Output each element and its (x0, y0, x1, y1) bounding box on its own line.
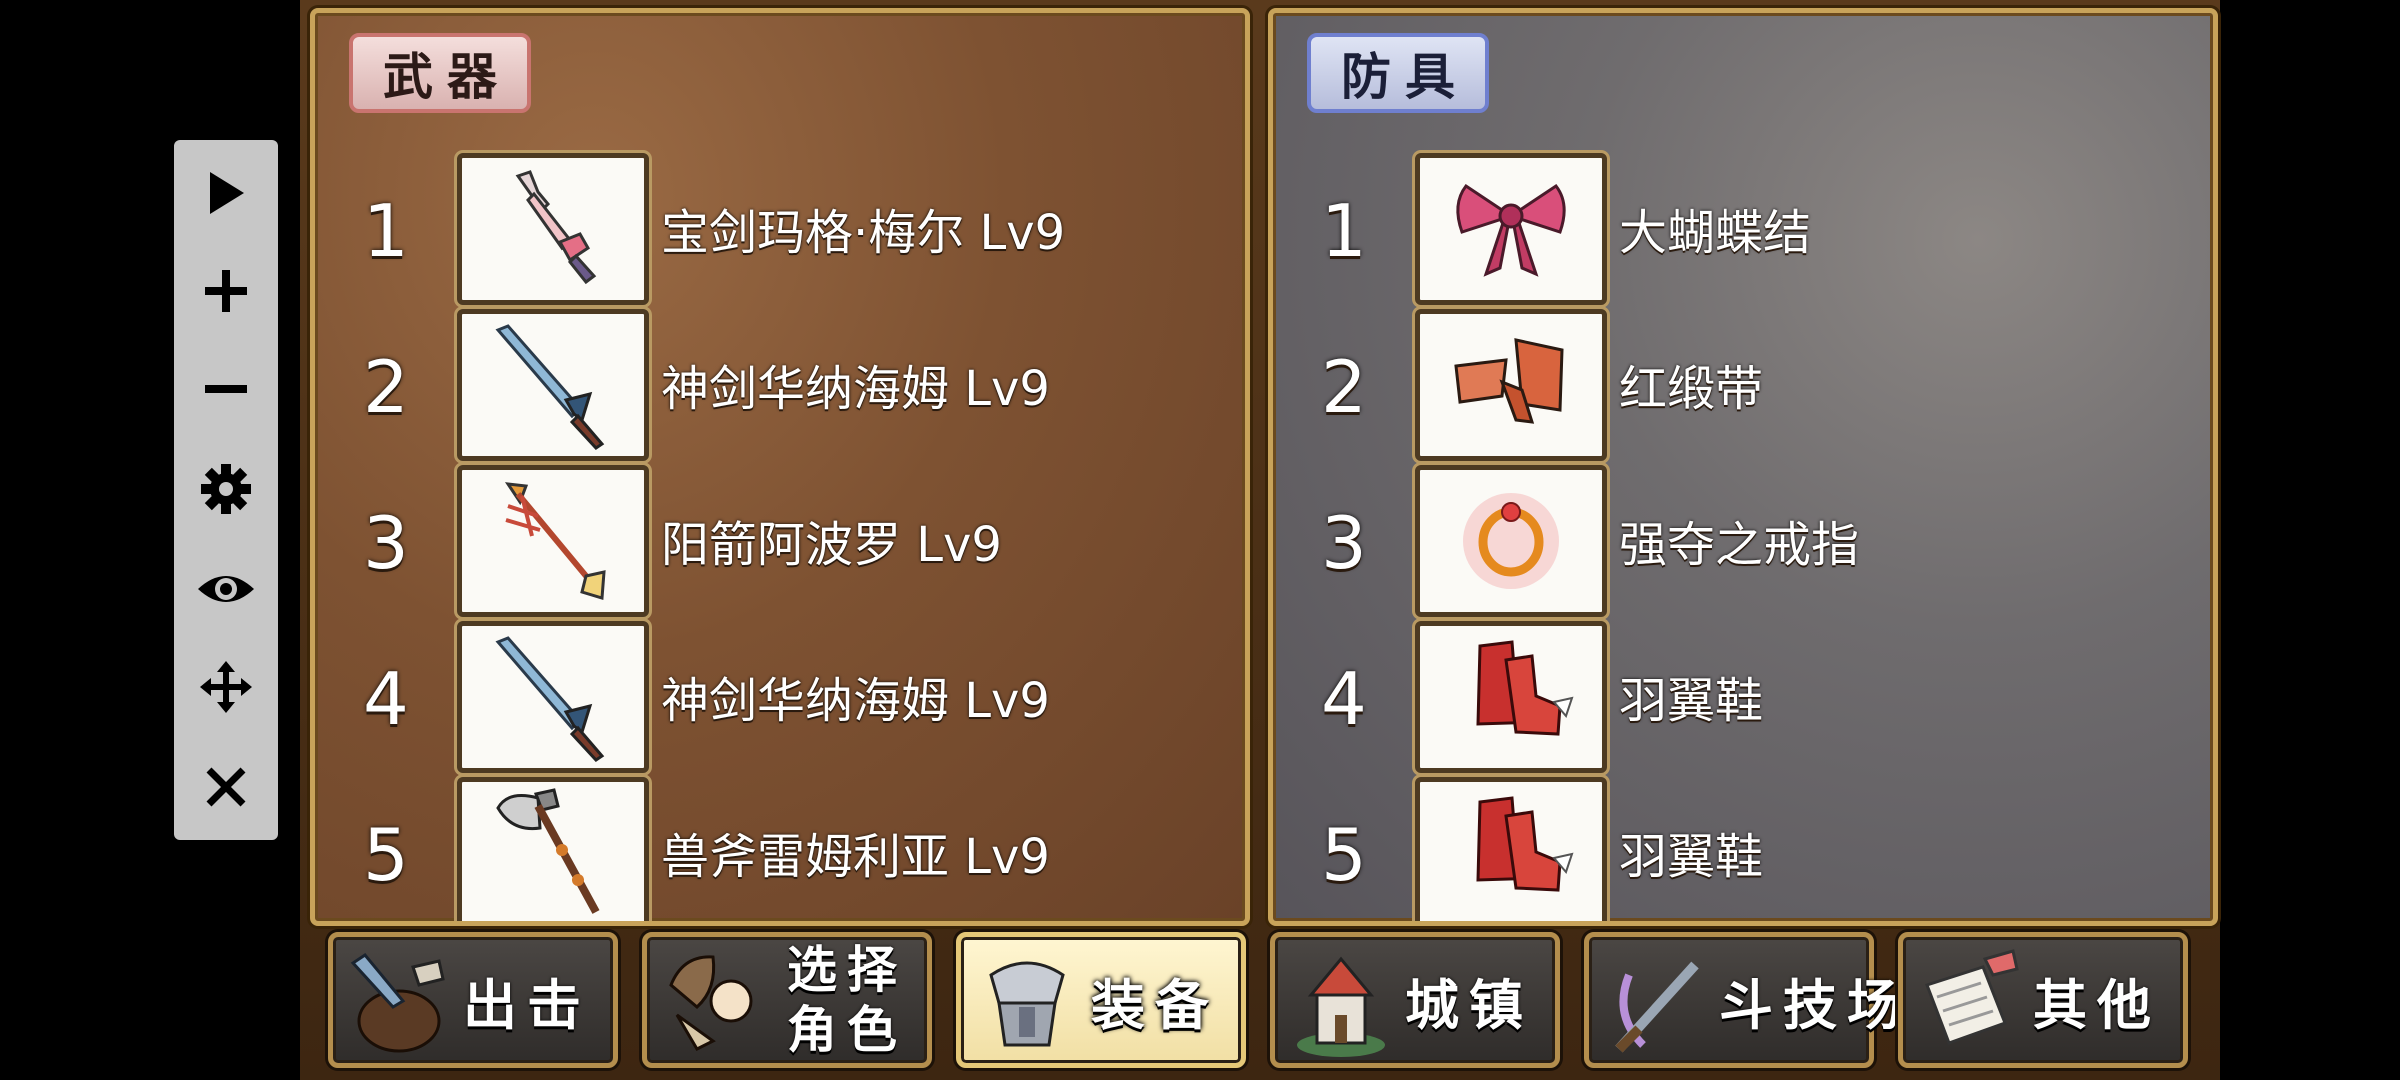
select-character-button[interactable]: 选择 角色 (642, 932, 932, 1068)
slot-number: 1 (1321, 189, 1367, 273)
move-button[interactable] (174, 642, 278, 732)
eye-icon (198, 576, 254, 602)
slot-number: 3 (1321, 501, 1367, 585)
item-slot[interactable] (457, 621, 649, 773)
armor-row-1[interactable]: 1 大蝴蝶结 (1313, 153, 2173, 305)
red-ribbon-icon (1454, 338, 1564, 424)
item-slot[interactable] (1415, 465, 1607, 617)
zoom-out-button[interactable] (174, 344, 278, 434)
floating-toolbar (174, 140, 278, 840)
weapons-tab[interactable]: 武器 (349, 33, 531, 113)
item-name: 神剑华纳海姆 Lv9 (661, 361, 1050, 417)
scroll-icon (1925, 949, 2019, 1045)
slot-number: 1 (363, 189, 409, 273)
sortie-icon (350, 953, 445, 1053)
weapon-row-2[interactable]: 2 神剑华纳海姆 Lv9 (355, 309, 1215, 461)
arrow-icon (504, 482, 606, 600)
slot-number: 2 (363, 345, 409, 429)
slot-number: 2 (1321, 345, 1367, 429)
plus-icon (205, 270, 247, 312)
item-name: 兽斧雷姆利亚 Lv9 (661, 829, 1050, 885)
slot-number: 4 (1321, 657, 1367, 741)
arena-icon (1615, 961, 1699, 1053)
bow-ribbon-icon (1456, 183, 1566, 277)
item-name: 羽翼鞋 (1619, 829, 1764, 885)
item-name: 大蝴蝶结 (1619, 205, 1812, 261)
arena-button[interactable]: 斗技场 (1584, 932, 1901, 1068)
game-screen: 武器 1 宝剑玛格·梅尔 Lv9 2 神剑华纳海姆 Lv9 3 阳箭阿波罗 Lv… (300, 0, 2220, 1080)
item-slot[interactable] (457, 153, 649, 305)
nav-label: 出击 (463, 973, 591, 1037)
item-name: 强夺之戒指 (1619, 517, 1860, 573)
axe-icon (496, 788, 600, 914)
slot-number: 5 (1321, 813, 1367, 897)
item-slot[interactable] (1415, 153, 1607, 305)
weapon-row-3[interactable]: 3 阳箭阿波罗 Lv9 (355, 465, 1215, 617)
other-button[interactable]: 其他 (1898, 932, 2188, 1068)
item-slot[interactable] (1415, 777, 1607, 921)
nav-label-line-1: 选择 (787, 941, 907, 999)
armor-row-5[interactable]: 5 羽翼鞋 (1313, 777, 2173, 921)
close-icon (206, 767, 246, 807)
nav-label: 城镇 (1405, 973, 1533, 1037)
equipment-button[interactable]: 装备 (956, 932, 1246, 1068)
weapon-row-1[interactable]: 1 宝剑玛格·梅尔 Lv9 (355, 153, 1215, 305)
close-button[interactable] (174, 742, 278, 832)
zoom-in-button[interactable] (174, 246, 278, 336)
nav-label: 选择 角色 (787, 937, 907, 1063)
slot-number: 3 (363, 501, 409, 585)
move-icon (200, 661, 252, 713)
winged-boots-icon (1476, 796, 1574, 892)
item-name: 羽翼鞋 (1619, 673, 1764, 729)
town-button[interactable]: 城镇 (1270, 932, 1560, 1068)
ring-icon (1463, 493, 1559, 589)
weapons-panel: 武器 1 宝剑玛格·梅尔 Lv9 2 神剑华纳海姆 Lv9 3 阳箭阿波罗 Lv… (310, 8, 1250, 926)
item-slot[interactable] (1415, 309, 1607, 461)
item-name: 神剑华纳海姆 Lv9 (661, 673, 1050, 729)
armor-row-3[interactable]: 3 强夺之戒指 (1313, 465, 2173, 617)
blue-sword-icon (495, 636, 605, 762)
nav-label: 其他 (2033, 973, 2161, 1037)
item-slot[interactable] (457, 309, 649, 461)
armor-row-4[interactable]: 4 羽翼鞋 (1313, 621, 2173, 773)
sortie-button[interactable]: 出击 (328, 932, 618, 1068)
play-icon (210, 172, 244, 214)
armor-panel: 防具 1 大蝴蝶结 2 红缎带 3 强夺之戒指 4 羽翼鞋 5 羽翼鞋 (1268, 8, 2218, 926)
slot-number: 5 (363, 813, 409, 897)
character-icon (669, 955, 753, 1051)
weapon-row-4[interactable]: 4 神剑华纳海姆 Lv9 (355, 621, 1215, 773)
item-name: 宝剑玛格·梅尔 Lv9 (661, 205, 1066, 261)
armor-row-2[interactable]: 2 红缎带 (1313, 309, 2173, 461)
settings-button[interactable] (174, 444, 278, 534)
item-name: 阳箭阿波罗 Lv9 (661, 517, 1002, 573)
armor-icon (989, 961, 1065, 1047)
winged-boots-icon (1476, 640, 1574, 736)
weapon-row-5[interactable]: 5 兽斧雷姆利亚 Lv9 (355, 777, 1215, 921)
pink-sword-icon (515, 170, 597, 285)
item-slot[interactable] (457, 465, 649, 617)
item-slot[interactable] (1415, 621, 1607, 773)
nav-label-line-2: 角色 (787, 1001, 907, 1059)
item-name: 红缎带 (1619, 361, 1764, 417)
nav-label: 斗技场 (1719, 973, 1911, 1037)
play-button[interactable] (174, 148, 278, 238)
gear-icon (201, 464, 251, 514)
slot-number: 4 (363, 657, 409, 741)
armor-tab[interactable]: 防具 (1307, 33, 1489, 113)
nav-label: 装备 (1091, 973, 1219, 1037)
minus-icon (205, 385, 247, 393)
item-slot[interactable] (457, 777, 649, 921)
bottom-nav: 出击 选择 角色 装备 城镇 斗技场 其他 (300, 924, 2220, 1076)
town-icon (1297, 956, 1385, 1057)
visibility-button[interactable] (174, 544, 278, 634)
blue-sword-icon (495, 324, 605, 450)
